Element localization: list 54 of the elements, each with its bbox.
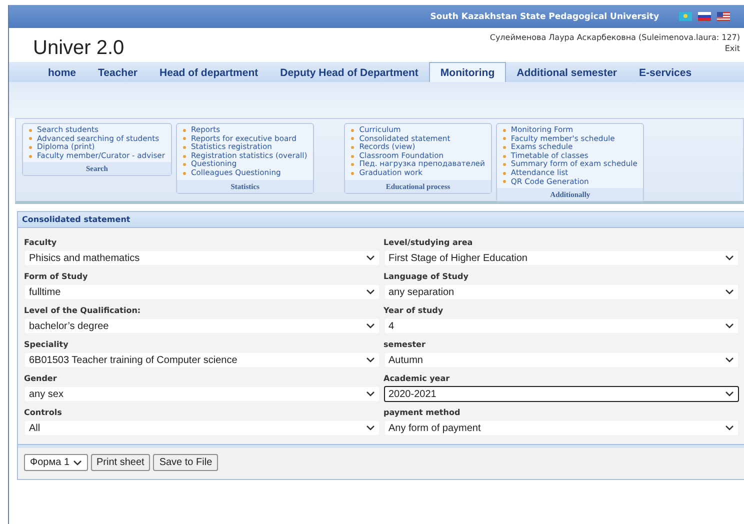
action-button[interactable]: Print sheet (90, 454, 150, 471)
chevron-icon (725, 323, 734, 329)
field-label: Language of Study (384, 272, 470, 281)
nav-tab[interactable]: Additional semester (506, 62, 628, 82)
chevron-icon (366, 323, 374, 329)
app-logo: Univer 2.0 (33, 37, 124, 61)
select-field[interactable]: All (24, 420, 380, 436)
select-field[interactable]: any separation (384, 284, 739, 300)
action-button[interactable]: Save to File (153, 454, 218, 471)
panel-title: Consolidated statement (18, 212, 744, 228)
field-label: Level of the Qualification: (24, 306, 142, 315)
chevron-icon (366, 289, 374, 295)
exit-link[interactable]: Exit (724, 44, 740, 53)
chevron-icon (725, 391, 734, 397)
field-label: semester (384, 340, 426, 349)
select-field[interactable]: any sex (24, 386, 380, 402)
field-label: Form of Study (24, 272, 89, 281)
chevron-icon (725, 289, 734, 295)
chevron-icon (366, 357, 374, 363)
select-field[interactable]: bachelor’s degree (24, 318, 380, 334)
university-name: South Kazakhstan State Pedagogical University (430, 12, 659, 22)
form-select[interactable]: Форма 1 (24, 454, 88, 471)
field-label: Gender (24, 374, 58, 383)
nav-tab[interactable]: Monitoring (429, 62, 506, 82)
select-field[interactable]: 4 (384, 318, 739, 334)
field-label: Year of study (384, 306, 444, 315)
chevron-icon (725, 255, 734, 261)
nav-tab[interactable]: Deputy Head of Department (269, 62, 430, 82)
select-field[interactable]: 6B01503 Teacher training of Computer science (24, 352, 380, 368)
field-label: Controls (24, 408, 63, 417)
field-label: Faculty (24, 238, 58, 247)
chevron-icon (72, 460, 82, 466)
chevron-icon (725, 425, 734, 431)
flag-icon[interactable] (698, 12, 711, 21)
nav-tab[interactable]: Head of department (148, 62, 270, 82)
field-label: payment method (384, 408, 462, 417)
select-field[interactable]: Autumn (384, 352, 739, 368)
chevron-icon (366, 391, 374, 397)
nav-tab[interactable]: Teacher (87, 62, 149, 82)
chevron-icon (366, 255, 374, 261)
field-label: Speciality (24, 340, 70, 349)
select-field[interactable]: Any form of payment (384, 420, 739, 436)
field-label: Level/studying area (384, 238, 474, 247)
select-field[interactable]: fulltime (24, 284, 380, 300)
nav-tab[interactable]: home (37, 62, 88, 82)
user-name: Сулейменова Лаура Аскарбековна (Suleimenova.laura: 127) (490, 33, 740, 42)
select-field[interactable]: First Stage of Higher Education (384, 250, 739, 266)
select-field[interactable]: Phisics and mathematics (24, 250, 380, 266)
field-label: Academic year (384, 374, 451, 383)
chevron-icon (725, 357, 734, 363)
chevron-icon (366, 425, 374, 431)
flag-icon[interactable] (717, 12, 730, 21)
select-field[interactable]: 2020-2021 (384, 386, 739, 402)
nav-tab[interactable]: E-services (628, 62, 703, 82)
